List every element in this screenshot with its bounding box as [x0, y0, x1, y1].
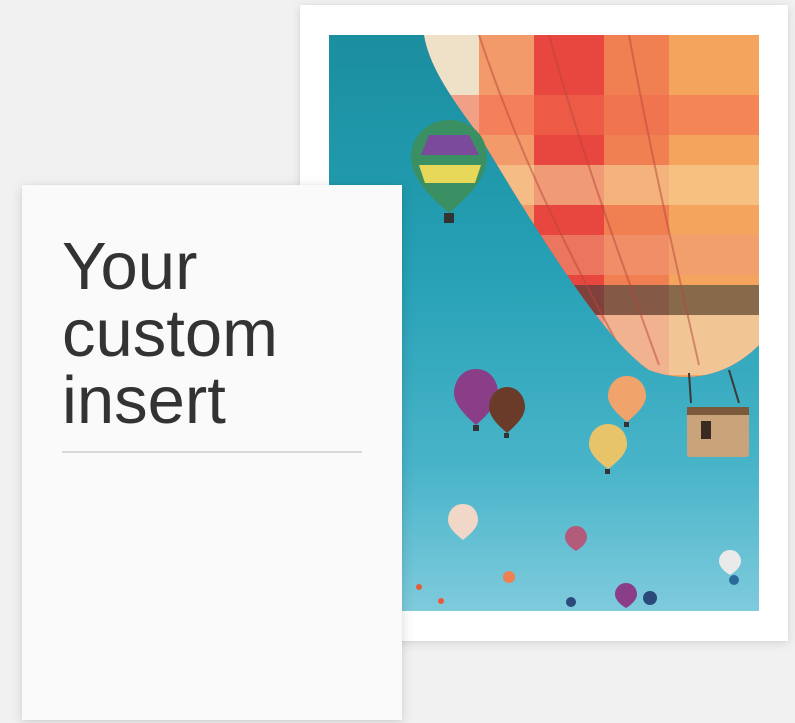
insert-divider: [62, 451, 362, 453]
product-preview: Your custom insert: [0, 0, 795, 723]
small-balloon: [411, 120, 487, 223]
small-balloon: [608, 376, 646, 427]
small-balloon: [416, 571, 739, 607]
small-balloon: [719, 550, 741, 575]
small-balloon: [589, 424, 627, 474]
small-balloon: [489, 387, 525, 438]
insert-title: Your custom insert: [62, 229, 278, 438]
small-balloon: [615, 583, 637, 608]
small-balloon: [448, 504, 478, 540]
small-balloon: [565, 526, 587, 551]
custom-insert-card: Your custom insert: [22, 185, 402, 720]
large-balloon-basket: [687, 369, 749, 457]
large-balloon-envelope: [424, 35, 759, 377]
